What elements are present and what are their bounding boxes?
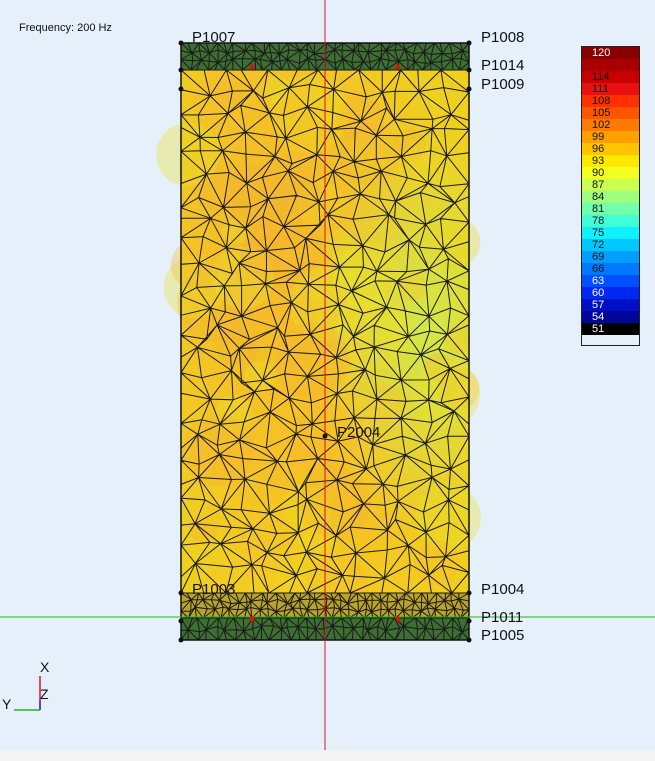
- point-label-p1009: P1009: [481, 76, 525, 93]
- legend-entry: 54: [582, 311, 639, 323]
- point-label-p2004: P2004: [337, 424, 381, 441]
- point-marker: [322, 433, 328, 439]
- legend-entry: 96: [582, 143, 639, 155]
- point-label-p1014: P1014: [481, 57, 525, 74]
- heat-patch: [156, 122, 220, 187]
- point-marker: [178, 86, 184, 92]
- point-marker: [178, 67, 184, 73]
- heat-patch: [221, 218, 248, 245]
- point-marker: [466, 67, 472, 73]
- legend-entry: 78: [582, 215, 639, 227]
- point-marker: [466, 40, 472, 46]
- color-legend: 120 114 111 108 105 102 99 96 93 90 87 84 81 78 75 72 69…: [581, 46, 640, 346]
- status-strip: [0, 750, 655, 761]
- legend-entry: 93: [582, 155, 639, 167]
- point-marker-red: [249, 64, 255, 70]
- point-label-p1011: P1011: [481, 609, 524, 626]
- axis-label-z: Z: [40, 686, 49, 702]
- legend-entry: 90: [582, 167, 639, 179]
- heat-patch: [415, 485, 481, 551]
- legend-entry: 87: [582, 179, 639, 191]
- legend-entry: [582, 59, 639, 71]
- legend-entry: 75: [582, 227, 639, 239]
- point-label-p1004: P1004: [481, 581, 525, 598]
- legend-entry: 102: [582, 119, 639, 131]
- point-label-p1007: P1007: [192, 29, 236, 46]
- heat-patch: [170, 239, 221, 291]
- legend-entry: 108: [582, 95, 639, 107]
- point-label-p1008: P1008: [481, 29, 525, 46]
- point-marker-red: [249, 616, 255, 622]
- mesh-viewport[interactable]: Frequency: 200 Hz P1007 P1008 P1014 P100…: [0, 0, 655, 750]
- legend-entry: 120: [582, 47, 639, 59]
- legend-entry: 114: [582, 71, 639, 83]
- legend-entry: 51: [582, 323, 639, 335]
- legend-entry: 81: [582, 203, 639, 215]
- legend-entry: 105: [582, 107, 639, 119]
- point-marker: [178, 637, 184, 643]
- point-marker: [178, 618, 184, 624]
- point-marker: [178, 40, 184, 46]
- legend-entry: 72: [582, 239, 639, 251]
- legend-entry: 69: [582, 251, 639, 263]
- point-marker-red: [395, 64, 401, 70]
- point-label-p1005: P1005: [481, 627, 525, 644]
- point-marker-red: [395, 616, 401, 622]
- legend-entry: 66: [582, 263, 639, 275]
- legend-entry: 63: [582, 275, 639, 287]
- axis-label-x: X: [40, 659, 50, 675]
- point-marker: [466, 637, 472, 643]
- legend-entry: 60: [582, 287, 639, 299]
- point-marker: [466, 618, 472, 624]
- point-marker: [178, 590, 184, 596]
- legend-entry: 84: [582, 191, 639, 203]
- axis-label-y: Y: [2, 696, 12, 712]
- legend-entry: 57: [582, 299, 639, 311]
- legend-entry: 99: [582, 131, 639, 143]
- point-marker: [466, 86, 472, 92]
- point-marker: [466, 590, 472, 596]
- mesh-canvas[interactable]: [0, 0, 655, 750]
- legend-entry: 111: [582, 83, 639, 95]
- point-label-p1003: P1003: [192, 581, 236, 598]
- axis-triad: [14, 676, 41, 711]
